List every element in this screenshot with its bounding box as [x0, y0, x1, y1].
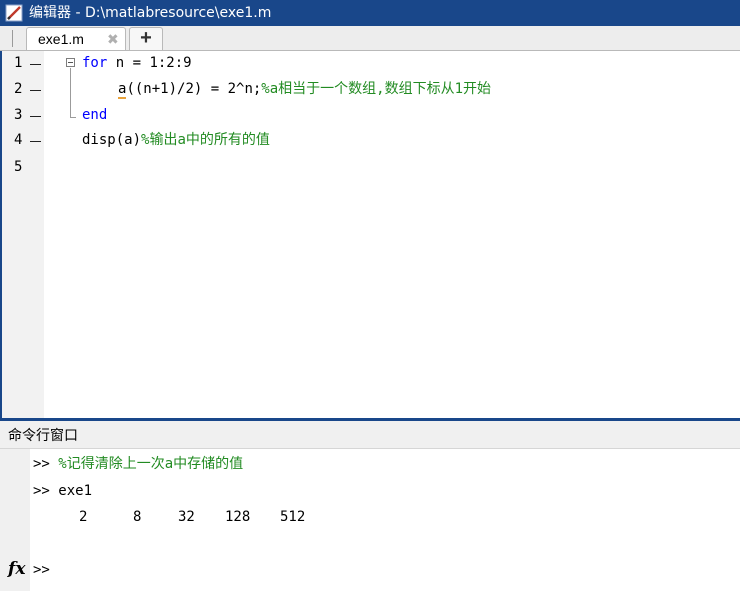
line-number: 3 [14, 107, 23, 123]
breakpoint-marker[interactable] [30, 116, 41, 117]
command-text: exe1 [58, 483, 93, 499]
window-title: 编辑器 - D:\matlabresource\exe1.m [29, 5, 272, 21]
comment: %记得清除上一次a中存储的值 [58, 456, 244, 472]
output-value: 128 [225, 509, 251, 525]
breakpoint-marker[interactable] [30, 90, 41, 91]
editor-left-edge [0, 51, 2, 418]
comment: %输出a中的所有的值 [141, 132, 270, 148]
tab-label: exe1.m [38, 31, 84, 47]
title-bar: 编辑器 - D:\matlabresource\exe1.m [0, 0, 740, 26]
prompt: >> [33, 483, 50, 499]
output-value: 512 [280, 509, 306, 525]
code-text: ((n+1)/2) = 2^n; [126, 81, 262, 97]
prompt: >> [33, 562, 50, 578]
close-tab-icon[interactable]: ✖ [107, 30, 119, 48]
keyword: end [82, 107, 108, 123]
breakpoint-marker[interactable] [30, 141, 41, 142]
fold-guide [70, 68, 71, 117]
command-history-line: >> %记得清除上一次a中存储的值 [33, 454, 243, 474]
fold-toggle-icon[interactable] [66, 58, 75, 67]
breakpoint-marker[interactable] [30, 64, 41, 65]
command-history-line: >> exe1 [33, 481, 92, 501]
output-value: 8 [133, 509, 142, 525]
line-number: 5 [14, 159, 23, 175]
command-window-title: 命令行窗口 [8, 428, 78, 444]
code-line-3: end [82, 105, 107, 125]
editor-app-icon [5, 4, 23, 22]
command-input-line[interactable]: >> [33, 560, 50, 580]
tab-bar-grip [12, 30, 13, 47]
command-window-header: 命令行窗口 [0, 421, 740, 449]
line-number: 1 [14, 55, 23, 71]
line-number: 2 [14, 81, 23, 97]
fold-guide-end [70, 117, 76, 118]
comment: %a相当于一个数组,数组下标从1开始 [261, 81, 492, 97]
line-number: 4 [14, 132, 23, 148]
add-tab-button[interactable]: + [129, 27, 163, 50]
output-value: 2 [79, 509, 88, 525]
code-editor[interactable]: 1 2 3 4 5 for n = 1:2:9 a((n+1)/2) = 2^n… [0, 51, 740, 418]
code-line-2: a((n+1)/2) = 2^n;%a相当于一个数组,数组下标从1开始 [118, 79, 491, 99]
prompt: >> [33, 456, 50, 472]
code-text: n = 1:2:9 [107, 55, 192, 71]
keyword: for [82, 55, 108, 71]
code-text: disp(a) [82, 132, 142, 148]
output-value: 32 [178, 509, 195, 525]
code-line-1: for n = 1:2:9 [82, 53, 192, 73]
function-browser-icon[interactable]: fx [8, 559, 25, 579]
code-line-4: disp(a)%输出a中的所有的值 [82, 130, 270, 150]
tab-bar: exe1.m ✖ + [0, 26, 740, 51]
tab-exe1[interactable]: exe1.m ✖ [26, 27, 126, 50]
